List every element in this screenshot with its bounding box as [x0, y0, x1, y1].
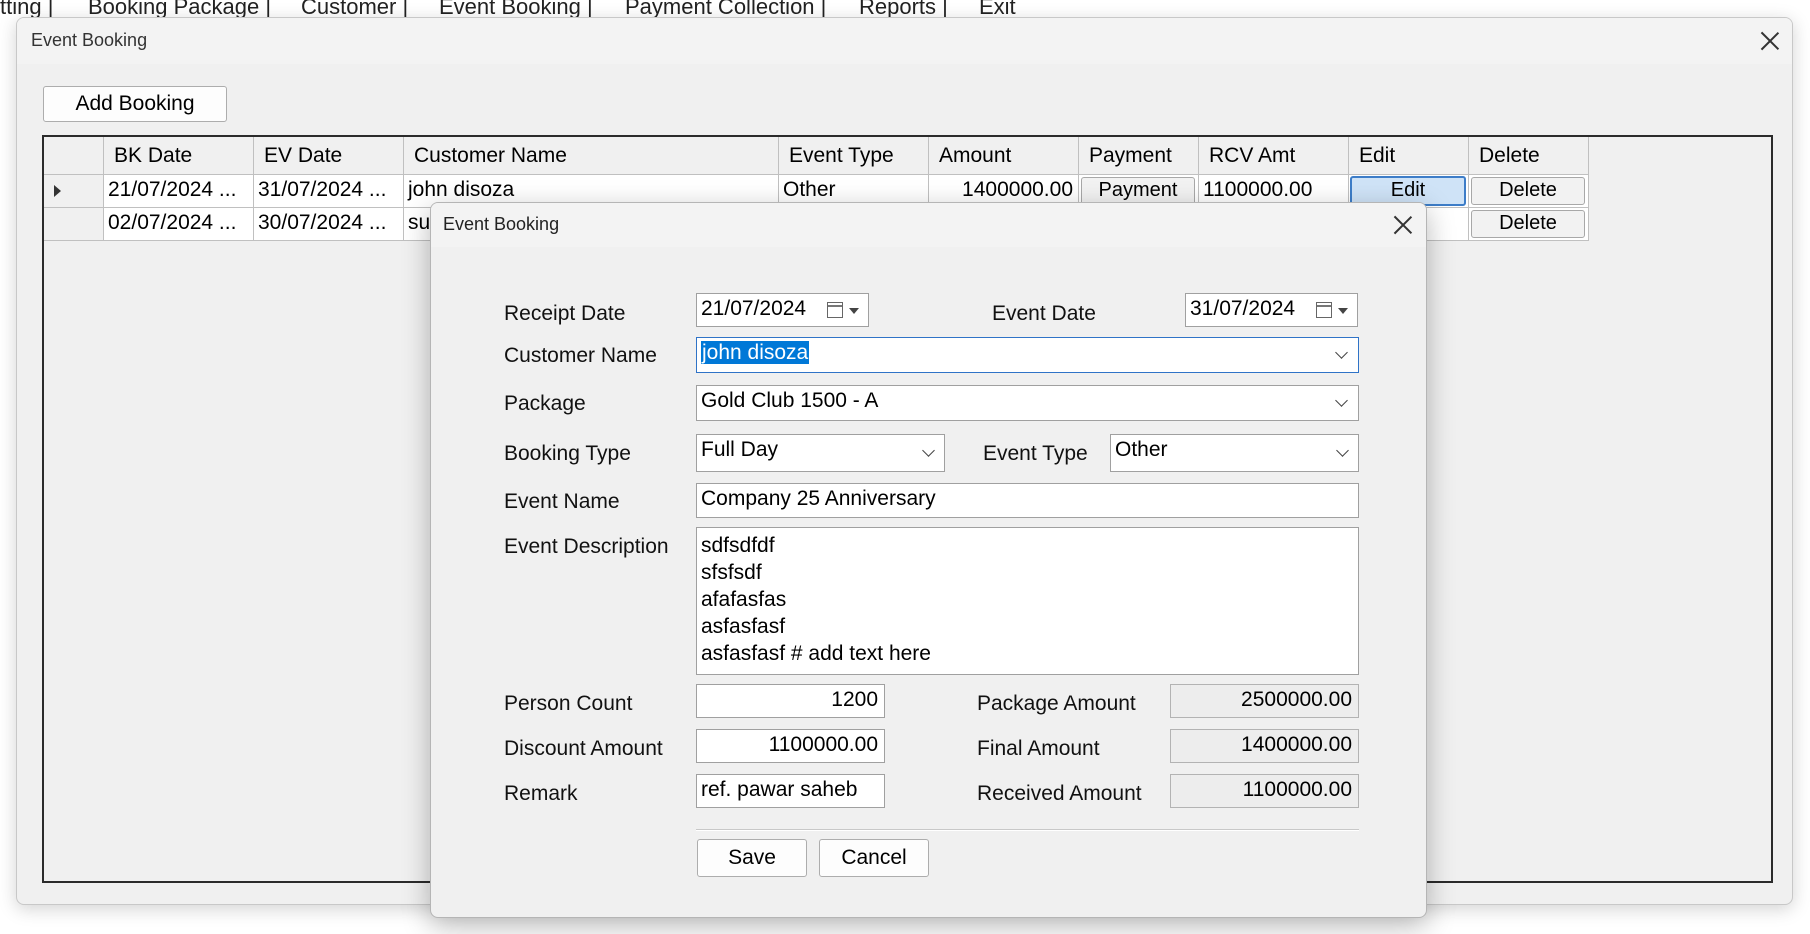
table-cell-delete: Delete	[1469, 175, 1589, 208]
divider	[696, 829, 1359, 831]
dropdown-arrow-icon[interactable]	[1338, 308, 1348, 314]
event-booking-dialog: Event Booking Receipt Date 21/07/2024 Ev…	[430, 202, 1427, 918]
final-amount-field: 1400000.00	[1170, 729, 1359, 763]
dialog-title: Event Booking	[443, 214, 560, 234]
customer-name-combobox[interactable]: john disoza	[696, 337, 1359, 373]
window-title: Event Booking	[31, 30, 148, 50]
receipt-date-picker[interactable]: 21/07/2024	[696, 293, 869, 327]
dialog-titlebar: Event Booking	[431, 203, 1426, 247]
column-header-ev-date[interactable]: EV Date	[254, 137, 404, 175]
receipt-date-label: Receipt Date	[504, 302, 626, 325]
column-header-amount[interactable]: Amount	[929, 137, 1079, 175]
event-name-input[interactable]: Company 25 Anniversary	[696, 483, 1359, 518]
column-header-rcv-amt[interactable]: RCV Amt	[1199, 137, 1349, 175]
column-header-edit[interactable]: Edit	[1349, 137, 1469, 175]
column-header-event-type[interactable]: Event Type	[779, 137, 929, 175]
final-amount-label: Final Amount	[977, 737, 1100, 760]
event-date-label: Event Date	[992, 302, 1096, 325]
received-amount-label: Received Amount	[977, 782, 1142, 805]
column-header-bk-date[interactable]: BK Date	[104, 137, 254, 175]
window-titlebar: Event Booking	[17, 18, 1792, 64]
package-label: Package	[504, 392, 586, 415]
save-button[interactable]: Save	[697, 839, 807, 877]
row-selector[interactable]	[44, 208, 104, 241]
table-cell-bk-date[interactable]: 02/07/2024 ...	[104, 208, 254, 241]
received-amount-field: 1100000.00	[1170, 774, 1359, 808]
package-value: Gold Club 1500 - A	[701, 389, 879, 412]
window-close-icon[interactable]	[1759, 30, 1781, 52]
dialog-close-icon[interactable]	[1392, 214, 1414, 236]
chevron-down-icon[interactable]	[1336, 444, 1349, 457]
chevron-down-icon[interactable]	[922, 444, 935, 457]
event-date-picker[interactable]: 31/07/2024	[1185, 293, 1358, 327]
chevron-down-icon[interactable]	[1335, 394, 1348, 407]
booking-type-label: Booking Type	[504, 442, 631, 465]
payment-button[interactable]: Payment	[1081, 177, 1195, 205]
calendar-icon[interactable]	[1316, 302, 1332, 318]
person-count-label: Person Count	[504, 692, 633, 715]
table-cell-delete: Delete	[1469, 208, 1589, 241]
current-row-arrow-icon	[54, 185, 61, 197]
table-cell-bk-date[interactable]: 21/07/2024 ...	[104, 175, 254, 208]
person-count-input[interactable]: 1200	[696, 684, 885, 718]
discount-amount-label: Discount Amount	[504, 737, 663, 760]
event-type-value: Other	[1115, 438, 1168, 461]
table-cell-ev-date[interactable]: 31/07/2024 ...	[254, 175, 404, 208]
receipt-date-value: 21/07/2024	[701, 297, 807, 320]
row-selector[interactable]	[44, 175, 104, 208]
booking-type-value: Full Day	[701, 438, 779, 461]
column-header-delete[interactable]: Delete	[1469, 137, 1589, 175]
event-name-label: Event Name	[504, 490, 620, 513]
remark-input[interactable]: ref. pawar saheb	[696, 774, 885, 808]
customer-name-label: Customer Name	[504, 344, 657, 367]
package-combobox[interactable]: Gold Club 1500 - A	[696, 385, 1359, 421]
grid-row-header-corner	[44, 137, 104, 175]
table-cell-ev-date[interactable]: 30/07/2024 ...	[254, 208, 404, 241]
package-amount-label: Package Amount	[977, 692, 1136, 715]
event-type-label: Event Type	[983, 442, 1088, 465]
event-date-value: 31/07/2024	[1190, 297, 1296, 320]
package-amount-field: 2500000.00	[1170, 684, 1359, 718]
discount-amount-input[interactable]: 1100000.00	[696, 729, 885, 763]
column-header-payment[interactable]: Payment	[1079, 137, 1199, 175]
customer-name-value: john disoza	[701, 341, 810, 364]
calendar-icon[interactable]	[827, 302, 843, 318]
cancel-button[interactable]: Cancel	[819, 839, 929, 877]
delete-button[interactable]: Delete	[1471, 177, 1585, 205]
chevron-down-icon[interactable]	[1335, 346, 1348, 359]
event-description-label: Event Description	[504, 535, 669, 558]
remark-label: Remark	[504, 782, 578, 805]
event-description-textarea[interactable]: sdfsdfdf sfsfsdf afafasfas asfasfasf asf…	[696, 527, 1359, 675]
column-header-customer-name[interactable]: Customer Name	[404, 137, 779, 175]
dropdown-arrow-icon[interactable]	[849, 308, 859, 314]
booking-type-combobox[interactable]: Full Day	[696, 434, 945, 472]
add-booking-button[interactable]: Add Booking	[43, 86, 227, 122]
delete-button[interactable]: Delete	[1471, 210, 1585, 238]
event-type-combobox[interactable]: Other	[1110, 434, 1359, 472]
